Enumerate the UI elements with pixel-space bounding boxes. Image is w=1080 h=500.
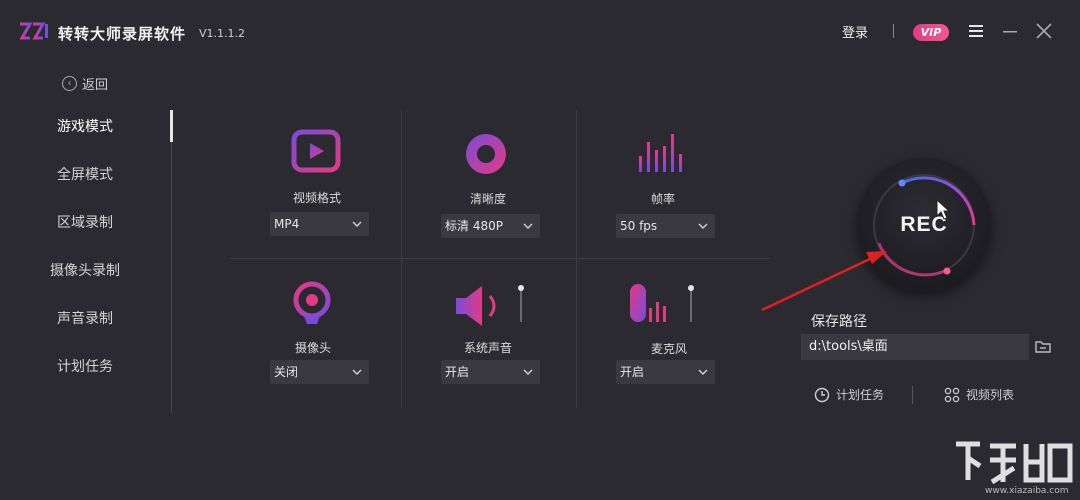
sidebar-item-audio-record[interactable]: 声音录制 (0, 308, 170, 328)
menu-icon[interactable] (965, 18, 987, 44)
framerate-label: 帧率 (650, 192, 675, 206)
close-icon[interactable] (1033, 18, 1055, 44)
framerate-select[interactable]: 50 fps (616, 214, 715, 238)
title-bar: 转转大师录屏软件 V1.1.1.2 登录 VIP (0, 0, 1080, 64)
sidebar-item-game-mode[interactable]: 游戏模式 (0, 116, 170, 136)
video-list-link[interactable]: 视频列表 (944, 386, 1014, 403)
clarity-icon (466, 134, 506, 174)
clarity-select[interactable]: 标清 480P (441, 214, 540, 238)
speaker-icon (456, 285, 524, 326)
sidebar-item-scheduled-tasks[interactable]: 计划任务 (0, 356, 170, 376)
sidebar-item-fullscreen-mode[interactable]: 全屏模式 (0, 164, 170, 184)
clarity-value: 标清 480P (445, 219, 503, 233)
watermark-url: www.xiazaiba.com (985, 486, 1069, 496)
chevron-down-icon (523, 369, 533, 376)
framerate-value: 50 fps (620, 219, 658, 233)
chevron-down-icon (352, 221, 362, 228)
back-arrow-icon: ‹ (62, 76, 77, 91)
microphone-label: 麦克风 (650, 342, 687, 356)
minimize-icon[interactable] (999, 18, 1021, 44)
clock-icon (814, 387, 830, 402)
camera-icon (293, 281, 331, 324)
sidebar-item-camera-record[interactable]: 摄像头录制 (0, 260, 170, 280)
back-button[interactable]: ‹ 返回 (62, 74, 108, 93)
system-audio-label: 系统声音 (463, 341, 512, 355)
camera-label: 摄像头 (294, 341, 331, 355)
rec-label: REC (900, 213, 948, 236)
titlebar-divider (893, 24, 894, 38)
back-label: 返回 (82, 78, 109, 93)
video-list-label: 视频列表 (966, 388, 1015, 402)
video-format-select[interactable]: MP4 (270, 212, 369, 236)
video-format-icon (291, 129, 341, 173)
app-version: V1.1.1.2 (199, 27, 246, 40)
system-audio-select[interactable]: 开启 (441, 360, 540, 384)
system-audio-value: 开启 (445, 365, 470, 379)
camera-value: 关闭 (274, 365, 299, 379)
sidebar-active-indicator (170, 110, 173, 142)
chevron-down-icon (698, 369, 708, 376)
grid-divider (230, 258, 770, 259)
microphone-icon (630, 284, 694, 322)
folder-icon[interactable] (1034, 338, 1052, 356)
microphone-value: 开启 (620, 365, 645, 379)
login-button[interactable]: 登录 (842, 22, 868, 41)
scheduled-tasks-link[interactable]: 计划任务 (814, 386, 884, 403)
sidebar-divider (171, 110, 172, 413)
chevron-down-icon (698, 223, 708, 230)
framerate-icon (639, 134, 682, 172)
camera-select[interactable]: 关闭 (270, 360, 369, 384)
chevron-down-icon (352, 369, 362, 376)
save-path-input[interactable] (801, 334, 1029, 360)
grid-icon (944, 387, 960, 402)
scheduled-tasks-label: 计划任务 (836, 388, 885, 402)
sidebar-item-region-record[interactable]: 区域录制 (0, 212, 170, 232)
app-title: 转转大师录屏软件 (58, 25, 187, 43)
clarity-label: 清晰度 (469, 192, 506, 206)
video-format-label: 视频格式 (292, 191, 341, 205)
grid-divider (576, 110, 577, 408)
footer-divider (912, 386, 913, 404)
chevron-down-icon (523, 223, 533, 230)
save-path-label: 保存路径 (811, 314, 867, 330)
microphone-select[interactable]: 开启 (616, 360, 715, 384)
app-logo (19, 22, 48, 40)
rec-button[interactable]: REC (857, 158, 991, 292)
vip-badge[interactable]: VIP (913, 24, 949, 41)
grid-divider (401, 110, 402, 408)
video-format-value: MP4 (274, 217, 300, 231)
